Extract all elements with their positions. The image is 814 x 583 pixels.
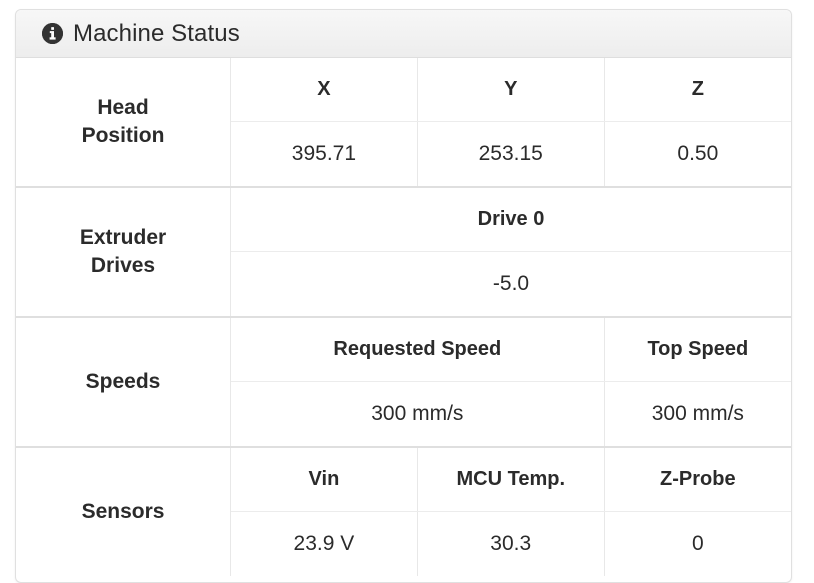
row-label-line1: Speeds xyxy=(85,369,161,393)
panel-bottom-padding xyxy=(16,576,791,582)
row-label-speeds: Speeds xyxy=(16,316,231,447)
row-label-line2: Position xyxy=(81,124,165,147)
panel-header: Machine Status xyxy=(16,10,791,58)
column-header-vin: Vin xyxy=(230,446,418,512)
value-top-speed: 300 mm/s xyxy=(603,381,791,447)
column-header-z-probe: Z-Probe xyxy=(603,446,791,512)
row-label-sensors: Sensors xyxy=(16,446,231,576)
column-header-x: X xyxy=(230,58,418,122)
page-title: Machine Status xyxy=(73,19,240,47)
column-header-requested-speed: Requested Speed xyxy=(230,316,605,382)
row-label-line1: Sensors xyxy=(81,499,165,523)
value-requested-speed: 300 mm/s xyxy=(230,381,605,447)
row-label-line1: Extruder xyxy=(79,225,167,249)
value-head-position-x: 395.71 xyxy=(230,121,418,187)
column-header-z: Z xyxy=(603,58,791,122)
row-label-line2: Drives xyxy=(90,254,156,277)
row-label-line1: Head xyxy=(97,95,149,119)
value-extruder-drive-0: -5.0 xyxy=(230,251,791,317)
row-label-head-position: Head Position xyxy=(16,58,231,187)
table-row: Speeds Requested Speed Top Speed xyxy=(16,316,791,447)
row-label-extruder-drives: Extruder Drives xyxy=(16,186,231,317)
table-row: Sensors Vin MCU Temp. Z-Probe xyxy=(16,446,791,576)
column-header-top-speed: Top Speed xyxy=(603,316,791,382)
table-row: Head Position X Y Z xyxy=(16,58,791,187)
value-vin: 23.9 V xyxy=(230,511,418,576)
machine-status-panel: Machine Status Head Position X Y Z 395.7… xyxy=(15,9,792,583)
column-header-drive-0: Drive 0 xyxy=(230,186,791,252)
column-header-mcu-temp: MCU Temp. xyxy=(416,446,605,512)
value-z-probe: 0 xyxy=(603,511,791,576)
value-head-position-y: 253.15 xyxy=(416,121,605,187)
value-head-position-z: 0.50 xyxy=(603,121,791,187)
column-header-y: Y xyxy=(416,58,605,122)
info-icon xyxy=(42,23,63,44)
value-mcu-temp: 30.3 xyxy=(416,511,605,576)
table-row: Extruder Drives Drive 0 xyxy=(16,186,791,317)
machine-status-table: Head Position X Y Z 395.71 253.15 0.50 E… xyxy=(16,58,791,576)
